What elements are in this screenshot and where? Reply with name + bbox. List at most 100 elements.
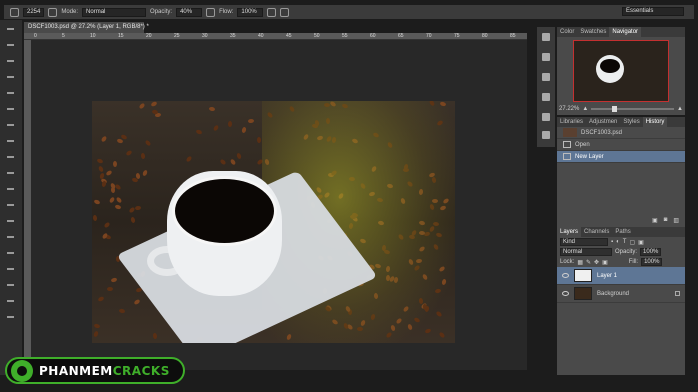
filter-type-icon[interactable]: T xyxy=(623,239,627,245)
stamp-tool-icon[interactable] xyxy=(7,154,14,161)
zoom-out-icon[interactable]: ▲ xyxy=(582,106,588,112)
navigator-panel: Color Swatches Navigator 27.22% ▲ ▲ xyxy=(557,27,685,115)
tab-history[interactable]: History xyxy=(642,117,668,127)
layer-filter-row: Kind ▪ ◐ T ▢ ▣ xyxy=(557,237,685,247)
gear-icon xyxy=(11,359,33,382)
filter-kind-select[interactable]: Kind xyxy=(560,238,608,246)
opacity-field[interactable]: 40% xyxy=(176,7,203,17)
fill-field[interactable]: 100% xyxy=(641,258,663,266)
lasso-tool-icon[interactable] xyxy=(7,58,14,65)
ruler-tick-label: 85 xyxy=(510,33,516,39)
brush-presets-icon[interactable] xyxy=(542,93,550,101)
pen-tool-icon[interactable] xyxy=(7,234,14,241)
tab-paths[interactable]: Paths xyxy=(612,227,633,237)
filter-smart-icon[interactable]: ▣ xyxy=(638,239,644,246)
logo-text: PHANMEMCRACKS xyxy=(39,364,170,378)
ruler-tick-label: 50 xyxy=(314,33,320,39)
lock-transparency-icon[interactable]: ▦ xyxy=(577,259,583,266)
healing-tool-icon[interactable] xyxy=(7,122,14,129)
layer-row-background[interactable]: Background xyxy=(557,285,685,303)
coffee-surface xyxy=(172,176,277,246)
mode-label: Mode: xyxy=(61,9,79,15)
dodge-tool-icon[interactable] xyxy=(7,218,14,225)
history-state-open[interactable]: Open xyxy=(557,139,685,151)
tab-swatches[interactable]: Swatches xyxy=(577,27,609,37)
brush-panel-icon[interactable] xyxy=(48,7,58,17)
adjustments-panel-icon[interactable] xyxy=(542,73,550,81)
properties-panel-icon[interactable] xyxy=(542,53,550,61)
marquee-tool-icon[interactable] xyxy=(7,42,14,49)
snapshot-thumbnail xyxy=(563,128,577,137)
preview-cup xyxy=(596,55,624,83)
pressure-size-icon[interactable] xyxy=(280,7,290,17)
brush-tool-icon[interactable] xyxy=(10,7,19,17)
brush-size-field[interactable]: 2254 xyxy=(23,7,45,17)
filter-shape-icon[interactable]: ▢ xyxy=(629,239,635,246)
eraser-tool-icon[interactable] xyxy=(7,186,14,193)
zoom-slider-knob[interactable] xyxy=(611,106,617,112)
document-canvas[interactable] xyxy=(92,101,455,343)
zoom-tool-icon[interactable] xyxy=(7,314,14,321)
layer-name: Layer 1 xyxy=(597,272,618,279)
history-state-new-layer[interactable]: New Layer xyxy=(557,151,685,163)
lock-position-icon[interactable]: ✥ xyxy=(594,259,599,266)
layer-row-layer-1[interactable]: Layer 1 xyxy=(557,267,685,285)
blend-mode-select[interactable]: Normal xyxy=(560,248,612,256)
horizontal-ruler[interactable]: 0 5 10 15 20 25 30 35 40 45 50 55 60 65 70 75 80 85 xyxy=(24,33,527,40)
shape-tool-icon[interactable] xyxy=(7,282,14,289)
history-panel-icon[interactable] xyxy=(542,33,550,41)
ruler-tick-label: 55 xyxy=(342,33,348,39)
history-snapshot[interactable]: DSCF1003.psd xyxy=(557,127,685,139)
tab-libraries[interactable]: Libraries xyxy=(557,117,586,127)
trash-icon[interactable]: ▥ xyxy=(673,217,679,224)
new-document-from-state-icon[interactable]: ▣ xyxy=(652,217,658,224)
path-select-tool-icon[interactable] xyxy=(7,266,14,273)
history-tabs: Libraries Adjustmen Styles History xyxy=(557,117,685,127)
workspace-select[interactable]: Essentials xyxy=(622,7,684,16)
tab-styles[interactable]: Styles xyxy=(620,117,642,127)
tab-layers[interactable]: Layers xyxy=(557,227,582,237)
ruler-tick-label: 45 xyxy=(286,33,292,39)
actions-play-icon[interactable] xyxy=(542,131,550,139)
lock-all-icon[interactable]: ▣ xyxy=(602,259,608,266)
character-panel-icon[interactable] xyxy=(542,113,550,121)
navigator-tabs: Color Swatches Navigator xyxy=(557,27,685,37)
mode-select[interactable]: Normal xyxy=(82,7,147,17)
crop-tool-icon[interactable] xyxy=(7,90,14,97)
lock-paint-icon[interactable]: ✎ xyxy=(586,259,591,266)
tab-color[interactable]: Color xyxy=(557,27,577,37)
pressure-opacity-icon[interactable] xyxy=(206,7,216,17)
history-state-label: New Layer xyxy=(575,153,604,160)
tab-channels[interactable]: Channels xyxy=(581,227,612,237)
eyedropper-tool-icon[interactable] xyxy=(7,106,14,113)
hand-tool-icon[interactable] xyxy=(7,298,14,305)
navigator-zoom-value[interactable]: 27.22% xyxy=(559,106,579,112)
ruler-tick-label: 75 xyxy=(454,33,460,39)
move-tool-icon[interactable] xyxy=(7,26,14,33)
lock-icon xyxy=(675,291,680,296)
filter-adjustment-icon[interactable]: ◐ xyxy=(616,239,620,245)
zoom-slider[interactable] xyxy=(591,106,675,112)
tools-panel xyxy=(0,20,22,375)
ruler-tick-label: 10 xyxy=(90,33,96,39)
options-bar: 2254 Mode: Normal Opacity: 40% Flow: 100… xyxy=(4,5,694,19)
zoom-in-icon[interactable]: ▲ xyxy=(677,106,683,112)
airbrush-icon[interactable] xyxy=(267,7,277,17)
navigator-preview[interactable] xyxy=(573,40,669,102)
visibility-eye-icon[interactable] xyxy=(562,291,569,296)
camera-icon[interactable]: ◙ xyxy=(664,217,668,224)
layer-opacity-field[interactable]: 100% xyxy=(640,248,662,256)
visibility-eye-icon[interactable] xyxy=(562,273,569,278)
document-tab[interactable]: DSCF1003.psd @ 27.2% (Layer 1, RGB/8*) * xyxy=(24,22,149,33)
gradient-tool-icon[interactable] xyxy=(7,202,14,209)
tab-navigator[interactable]: Navigator xyxy=(609,27,642,37)
vertical-ruler[interactable] xyxy=(24,40,31,370)
opacity-label: Opacity: xyxy=(150,9,173,15)
quick-select-tool-icon[interactable] xyxy=(7,74,14,81)
tab-adjustments[interactable]: Adjustmen xyxy=(586,117,620,127)
history-brush-tool-icon[interactable] xyxy=(7,170,14,177)
filter-pixel-icon[interactable]: ▪ xyxy=(611,239,613,245)
flow-field[interactable]: 100% xyxy=(237,7,264,17)
type-tool-icon[interactable] xyxy=(7,250,14,257)
brush-tool-icon[interactable] xyxy=(7,138,14,145)
